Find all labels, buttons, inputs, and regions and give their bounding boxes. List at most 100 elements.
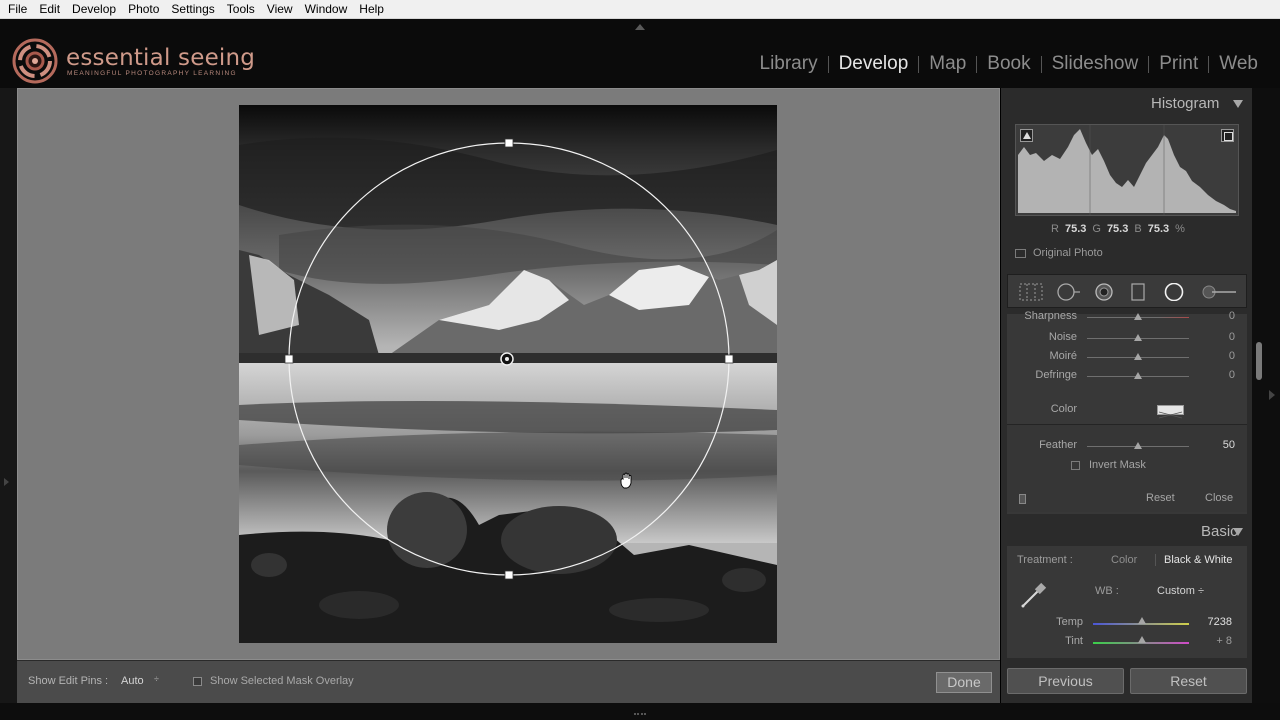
reset-button[interactable]: Reset — [1130, 668, 1247, 694]
adjustment-brush-icon[interactable] — [1200, 283, 1238, 301]
invert-mask-checkbox[interactable] — [1071, 461, 1080, 470]
menu-settings[interactable]: Settings — [165, 0, 220, 18]
right-panel: Histogram R 75.3 G 75.3 B 75.3 % Origina… — [1000, 88, 1252, 703]
treatment-divider — [1155, 554, 1156, 566]
menu-view[interactable]: View — [261, 0, 299, 18]
moire-slider-thumb[interactable] — [1134, 353, 1142, 360]
filmstrip-collapsed — [0, 703, 1280, 720]
module-map[interactable]: Map — [919, 53, 976, 75]
original-photo-checkbox[interactable] — [1015, 249, 1026, 258]
radial-handle-bottom[interactable] — [504, 570, 514, 580]
g-value: 75.3 — [1106, 223, 1129, 235]
moire-slider-row: Moiré 0 — [1007, 350, 1247, 366]
color-swatch[interactable] — [1157, 405, 1184, 419]
temp-value[interactable]: 7238 — [1197, 616, 1232, 628]
spot-removal-icon[interactable] — [1055, 283, 1081, 301]
module-print[interactable]: Print — [1149, 53, 1208, 75]
brand-name: essential seeing — [66, 45, 256, 71]
module-book[interactable]: Book — [977, 53, 1040, 75]
menu-file[interactable]: File — [2, 0, 33, 18]
module-web[interactable]: Web — [1209, 53, 1268, 75]
feather-section: Feather 50 Invert Mask Reset Close — [1007, 424, 1247, 512]
radial-handle-top[interactable] — [504, 138, 514, 148]
sharpness-value[interactable]: 0 — [1229, 310, 1235, 322]
right-panel-scrollbar[interactable] — [1256, 342, 1262, 380]
radial-handle-left[interactable] — [284, 354, 294, 364]
previous-button[interactable]: Previous — [1007, 668, 1124, 694]
noise-slider-thumb[interactable] — [1134, 334, 1142, 341]
show-edit-pins-label: Show Edit Pins : — [28, 675, 109, 687]
lightroom-window: File Edit Develop Photo Settings Tools V… — [0, 0, 1280, 720]
expand-filmstrip-icon[interactable] — [634, 707, 646, 715]
menu-edit[interactable]: Edit — [33, 0, 66, 18]
graduated-filter-icon[interactable] — [1130, 283, 1146, 301]
moire-label: Moiré — [1049, 350, 1077, 362]
red-eye-icon[interactable] — [1093, 283, 1115, 301]
collapse-top-panel-icon[interactable] — [635, 24, 645, 30]
brand-tagline: MEANINGFUL PHOTOGRAPHY LEARNING — [67, 70, 237, 77]
tint-value[interactable]: + 8 — [1197, 635, 1232, 647]
histogram-collapse-icon[interactable] — [1233, 100, 1243, 108]
b-value: 75.3 — [1147, 223, 1170, 235]
treatment-bw-option[interactable]: Black & White — [1164, 554, 1232, 566]
wb-select[interactable]: Custom ÷ — [1157, 585, 1204, 597]
noise-value[interactable]: 0 — [1229, 331, 1235, 343]
histogram-title[interactable]: Histogram — [1151, 95, 1219, 112]
feather-label: Feather — [1039, 439, 1077, 451]
identity-plate-header: essential seeing MEANINGFUL PHOTOGRAPHY … — [0, 19, 1280, 88]
show-edit-pins-select[interactable]: Auto — [121, 675, 144, 687]
mask-overlay-label: Show Selected Mask Overlay — [210, 675, 354, 687]
menu-tools[interactable]: Tools — [221, 0, 261, 18]
percent-unit: % — [1175, 223, 1185, 235]
menu-help[interactable]: Help — [353, 0, 390, 18]
develop-toolbar: Show Edit Pins : Auto ÷ Show Selected Ma… — [17, 660, 1000, 703]
module-slideshow[interactable]: Slideshow — [1042, 53, 1149, 75]
highlight-clipping-icon[interactable] — [1221, 129, 1234, 142]
menu-photo[interactable]: Photo — [122, 0, 165, 18]
basic-panel: Treatment : Color Black & White WB : Cus… — [1007, 546, 1247, 658]
wb-eyedropper-icon[interactable] — [1017, 580, 1049, 612]
color-label: Color — [1050, 403, 1077, 415]
image-canvas[interactable] — [17, 88, 1000, 660]
mask-overlay-checkbox[interactable] — [193, 677, 202, 686]
crop-overlay-icon[interactable] — [1018, 283, 1044, 301]
module-develop[interactable]: Develop — [829, 53, 919, 75]
radial-close-button[interactable]: Close — [1205, 492, 1233, 504]
b-label: B — [1134, 223, 1142, 235]
histogram[interactable] — [1015, 124, 1239, 216]
show-edit-pins-stepper-icon[interactable]: ÷ — [154, 674, 159, 684]
feather-slider-thumb[interactable] — [1134, 442, 1142, 449]
feather-slider-row: Feather 50 — [1007, 439, 1247, 455]
sharpness-slider-thumb[interactable] — [1134, 313, 1142, 320]
menu-develop[interactable]: Develop — [66, 0, 122, 18]
invert-mask-label: Invert Mask — [1089, 459, 1146, 471]
photo-preview[interactable] — [239, 105, 777, 643]
sharpness-slider-row: Sharpness 0 — [1007, 310, 1247, 326]
shadow-clipping-icon[interactable] — [1020, 129, 1033, 142]
basic-collapse-icon[interactable] — [1233, 528, 1243, 536]
original-photo-label: Original Photo — [1033, 247, 1103, 259]
expand-left-panel-icon[interactable] — [4, 478, 9, 486]
mask-enable-switch[interactable] — [1019, 494, 1026, 504]
defringe-value[interactable]: 0 — [1229, 369, 1235, 381]
defringe-slider-thumb[interactable] — [1134, 372, 1142, 379]
module-library[interactable]: Library — [750, 53, 828, 75]
moire-value[interactable]: 0 — [1229, 350, 1235, 362]
tint-slider-thumb[interactable] — [1138, 636, 1146, 643]
treatment-color-option[interactable]: Color — [1111, 554, 1137, 566]
radial-handle-right[interactable] — [724, 354, 734, 364]
menu-window[interactable]: Window — [299, 0, 354, 18]
temp-slider-thumb[interactable] — [1138, 617, 1146, 624]
tint-label: Tint — [1065, 635, 1083, 647]
left-panel-collapsed — [0, 88, 17, 710]
histogram-graph — [1018, 125, 1236, 215]
temp-label: Temp — [1056, 616, 1083, 628]
module-picker: Library Develop Map Book Slideshow Print… — [750, 53, 1269, 75]
feather-value[interactable]: 50 — [1223, 439, 1235, 451]
wb-label: WB : — [1095, 585, 1119, 597]
collapse-right-panel-icon[interactable] — [1269, 390, 1275, 400]
radial-filter-icon[interactable] — [1162, 283, 1186, 301]
done-button[interactable]: Done — [936, 672, 992, 693]
radial-reset-button[interactable]: Reset — [1146, 492, 1175, 504]
r-value: 75.3 — [1064, 223, 1087, 235]
